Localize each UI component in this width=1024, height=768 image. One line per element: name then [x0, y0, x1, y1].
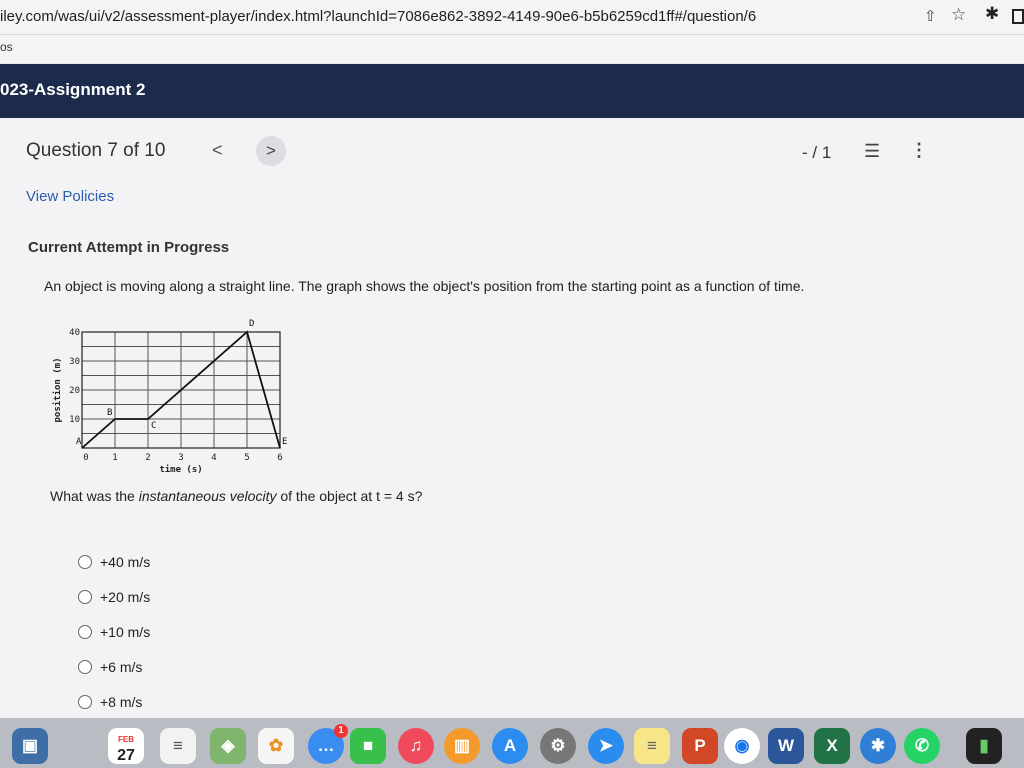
music-app-icon[interactable]: ♫: [398, 728, 434, 764]
course-title: 023-Assignment 2: [0, 80, 146, 99]
choice-option-2[interactable]: +20 m/s: [78, 589, 150, 605]
bookmarks-bar: os: [0, 35, 1024, 63]
x-axis-label: time (s): [159, 464, 202, 475]
radio-button[interactable]: [78, 660, 92, 674]
choice-option-3[interactable]: +10 m/s: [78, 624, 150, 640]
position-time-graph: 0 1 2 3 4 5 6 10 20 30 40 time (s) position (m) A B C D E: [52, 319, 287, 475]
y-tick-label: 10: [69, 415, 80, 425]
extensions-icon[interactable]: ✱: [985, 4, 999, 24]
preview-app-icon[interactable]: ▣: [12, 728, 48, 764]
attempt-status: Current Attempt in Progress: [28, 239, 230, 256]
prev-question-button[interactable]: <: [212, 140, 223, 161]
y-axis-label: position (m): [52, 357, 63, 422]
terminal-app-icon[interactable]: ▮: [966, 728, 1002, 764]
facetime-app-icon[interactable]: ■: [350, 728, 386, 764]
point-label: E: [282, 437, 287, 447]
x-tick-label: 2: [145, 453, 150, 463]
powerpoint-app-icon[interactable]: P: [682, 728, 718, 764]
question-text-start: What was the: [50, 488, 139, 504]
choice-label: +10 m/s: [100, 624, 151, 640]
x-tick-label: 5: [244, 453, 249, 463]
question-title: Question 7 of 10: [26, 140, 166, 161]
calendar-app-icon[interactable]: FEB 27: [108, 728, 144, 764]
x-tick-label: 6: [277, 453, 282, 463]
radio-button[interactable]: [78, 625, 92, 639]
question-list-icon[interactable]: ☰: [864, 141, 880, 162]
y-tick-label: 40: [69, 328, 80, 338]
question-text-end: of the object at t = 4 s?: [276, 488, 423, 504]
bluetooth-app-icon[interactable]: ✱: [860, 728, 896, 764]
point-label: C: [151, 421, 156, 431]
chrome-app-icon[interactable]: ◉: [724, 728, 760, 764]
bookmark-star-icon[interactable]: ☆: [951, 5, 966, 25]
calendar-day: 27: [117, 747, 135, 764]
notification-badge: 1: [334, 724, 348, 738]
appstore-app-icon[interactable]: A: [492, 728, 528, 764]
more-options-icon[interactable]: ⋮: [910, 140, 928, 161]
maps-app-icon[interactable]: ◈: [210, 728, 246, 764]
next-question-button[interactable]: >: [256, 136, 286, 166]
choice-option-1[interactable]: +40 m/s: [78, 554, 150, 570]
notes-app-icon[interactable]: ≡: [160, 728, 196, 764]
sidepanel-icon[interactable]: [1012, 9, 1024, 24]
radio-button[interactable]: [78, 555, 92, 569]
choice-label: +40 m/s: [100, 554, 151, 570]
choice-label: +20 m/s: [100, 589, 151, 605]
calendar-month: FEB: [118, 735, 134, 744]
view-policies-link[interactable]: View Policies: [26, 188, 114, 205]
settings-gear-icon[interactable]: ⚙: [540, 728, 576, 764]
question-emphasis: instantaneous velocity: [138, 488, 277, 504]
books-app-icon[interactable]: ▥: [444, 728, 480, 764]
radio-button[interactable]: [78, 590, 92, 604]
browser-toolbar: iley.com/was/ui/v2/assessment-player/ind…: [0, 0, 1024, 35]
bookmark-item[interactable]: os: [0, 40, 13, 54]
point-label: D: [249, 319, 254, 329]
choice-label: +8 m/s: [100, 694, 143, 710]
photos-app-icon[interactable]: ✿: [258, 728, 294, 764]
messages-app-icon[interactable]: … 1: [308, 724, 348, 764]
x-tick-label: 4: [211, 453, 216, 463]
question-score: - / 1: [802, 143, 832, 162]
graph-labels: 0 1 2 3 4 5 6 10 20 30 40 time (s) position (m) A B C D E: [52, 319, 287, 475]
x-tick-label: 3: [178, 453, 183, 463]
stickies-app-icon[interactable]: ≡: [634, 728, 670, 764]
course-banner: 023-Assignment 2: [0, 64, 1024, 118]
whatsapp-app-icon[interactable]: ✆: [904, 728, 940, 764]
assessment-content: Question 7 of 10 < > - / 1 ☰ ⋮ View Poli…: [0, 118, 1024, 718]
point-label: A: [76, 437, 82, 447]
question-prompt: An object is moving along a straight lin…: [44, 278, 805, 294]
excel-app-icon[interactable]: X: [814, 728, 850, 764]
word-app-icon[interactable]: W: [768, 728, 804, 764]
choice-option-4[interactable]: +6 m/s: [78, 659, 142, 675]
point-label: B: [107, 408, 112, 418]
radio-button[interactable]: [78, 695, 92, 709]
question-header: Question 7 of 10 < > - / 1 ☰ ⋮: [0, 118, 1024, 182]
macos-dock: ▣ FEB 27 ≡ ◈ ✿ … 1 ■ ♫ ▥ A ⚙ ➤ ≡ P ◉ W X …: [0, 718, 1024, 768]
share-icon[interactable]: ⇧: [924, 7, 937, 25]
x-tick-label: 1: [112, 453, 117, 463]
safari-app-icon[interactable]: ➤: [588, 728, 624, 764]
x-tick-label: 0: [83, 453, 88, 463]
choice-option-5[interactable]: +8 m/s: [78, 694, 142, 710]
choice-label: +6 m/s: [100, 659, 143, 675]
url-field[interactable]: iley.com/was/ui/v2/assessment-player/ind…: [0, 8, 756, 25]
y-tick-label: 20: [69, 386, 80, 396]
question-text: What was the instantaneous velocity of t…: [50, 488, 422, 504]
y-tick-label: 30: [69, 357, 80, 367]
